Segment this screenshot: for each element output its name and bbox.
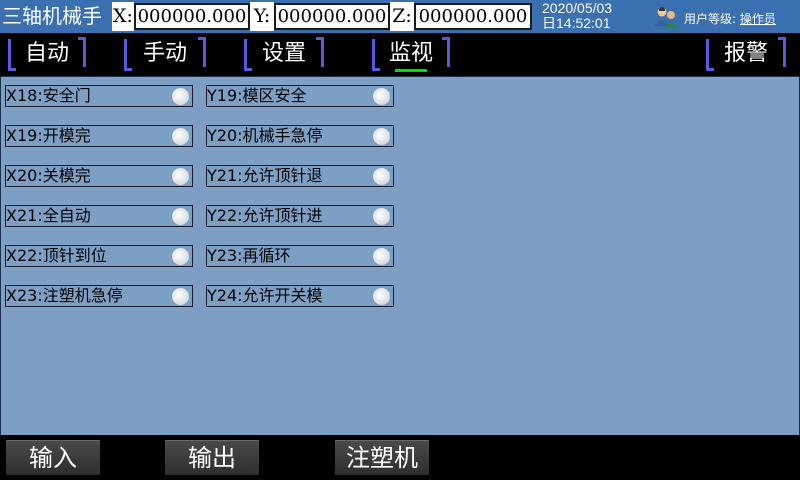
tab-manual[interactable]: 手动 <box>124 37 206 73</box>
tab-label: 报警 <box>723 41 768 66</box>
status-led-icon <box>373 88 390 105</box>
tab-label: 手动 <box>142 41 187 66</box>
io-output-row: Y20:机械手急停 <box>206 125 394 147</box>
status-led-icon <box>373 248 390 265</box>
io-monitor-panel: X18:安全门 X19:开模完 X20:关模完 X21:全自动 X22:顶针到位… <box>0 76 800 436</box>
io-output-row: Y23:再循环 <box>206 245 394 267</box>
io-label: X22:顶针到位 <box>6 246 107 265</box>
input-button[interactable]: 输入 <box>6 440 100 475</box>
io-input-row: X23:注塑机急停 <box>5 285 193 307</box>
y-coord-label: Y: <box>250 2 274 31</box>
io-label: X23:注塑机急停 <box>6 286 123 305</box>
status-led-icon <box>373 168 390 185</box>
nav-tabs: 自动 手动 设置 监视 报警 <box>0 33 800 76</box>
tab-bracket-left <box>372 39 380 71</box>
io-output-row: Y19:模区安全 <box>206 85 394 107</box>
app-title: 三轴机械手 <box>2 4 102 28</box>
status-led-icon <box>373 288 390 305</box>
status-led-icon <box>373 208 390 225</box>
tab-auto[interactable]: 自动 <box>8 37 86 73</box>
x-coord-label: X: <box>112 2 134 31</box>
io-label: Y21:允许顶针退 <box>207 166 323 185</box>
io-output-row: Y21:允许顶针退 <box>206 165 394 187</box>
tab-settings[interactable]: 设置 <box>244 37 324 73</box>
io-input-row: X21:全自动 <box>5 205 193 227</box>
io-input-row: X20:关模完 <box>5 165 193 187</box>
user-level-label: 用户等级: <box>684 12 737 26</box>
tab-bracket-right <box>198 37 206 67</box>
tab-alarm[interactable]: 报警 <box>706 37 786 73</box>
tab-label: 自动 <box>24 41 69 66</box>
status-led-icon <box>172 128 189 145</box>
datetime: 2020/05/03 日14:52:01 <box>542 1 612 31</box>
tab-bracket-right <box>78 37 86 67</box>
tab-label: 设置 <box>261 41 306 66</box>
io-label: Y24:允许开关模 <box>207 286 323 305</box>
tab-bracket-left <box>244 39 252 71</box>
users-icon[interactable] <box>653 6 679 28</box>
io-label: X19:开模完 <box>6 126 91 145</box>
tab-bracket-right <box>778 37 786 67</box>
output-button[interactable]: 输出 <box>165 440 259 475</box>
io-input-row: X22:顶针到位 <box>5 245 193 267</box>
tab-bracket-right <box>316 37 324 67</box>
status-bar: 三轴机械手 X: 000000.000 Y: 000000.000 Z: 000… <box>0 0 800 33</box>
date-text: 2020/05/03 <box>542 0 613 16</box>
bottom-toolbar: 输入 输出 注塑机 <box>0 435 800 480</box>
status-led-icon <box>172 288 189 305</box>
tab-bracket-left <box>8 39 16 71</box>
user-level[interactable]: 用户等级: 操作员 <box>684 10 776 27</box>
status-led-icon <box>172 248 189 265</box>
status-led-icon <box>172 168 189 185</box>
injection-machine-button[interactable]: 注塑机 <box>335 440 429 475</box>
tab-bracket-left <box>706 39 714 71</box>
tab-bracket-right <box>442 37 450 67</box>
tab-bracket-left <box>124 39 132 71</box>
time-text: 日14:52:01 <box>542 15 611 31</box>
io-output-row: Y24:允许开关模 <box>206 285 394 307</box>
io-output-row: Y22:允许顶针进 <box>206 205 394 227</box>
status-led-icon <box>172 208 189 225</box>
z-coord-value: 000000.000 <box>414 3 532 30</box>
tab-label: 监视 <box>388 41 433 66</box>
io-input-row: X18:安全门 <box>5 85 193 107</box>
io-label: Y20:机械手急停 <box>207 126 323 145</box>
tab-monitor[interactable]: 监视 <box>372 37 450 73</box>
status-led-icon <box>172 88 189 105</box>
io-label: Y19:模区安全 <box>207 86 307 105</box>
y-coord-value: 000000.000 <box>274 3 390 30</box>
user-name[interactable]: 操作员 <box>740 12 776 26</box>
x-coord-value: 000000.000 <box>134 3 250 30</box>
io-input-row: X19:开模完 <box>5 125 193 147</box>
io-label: Y23:再循环 <box>207 246 291 265</box>
z-coord-label: Z: <box>390 2 414 31</box>
io-label: X20:关模完 <box>6 166 91 185</box>
status-led-icon <box>373 128 390 145</box>
io-label: X18:安全门 <box>6 86 91 105</box>
active-tab-indicator <box>395 69 427 72</box>
io-label: X21:全自动 <box>6 206 91 225</box>
io-label: Y22:允许顶针进 <box>207 206 323 225</box>
